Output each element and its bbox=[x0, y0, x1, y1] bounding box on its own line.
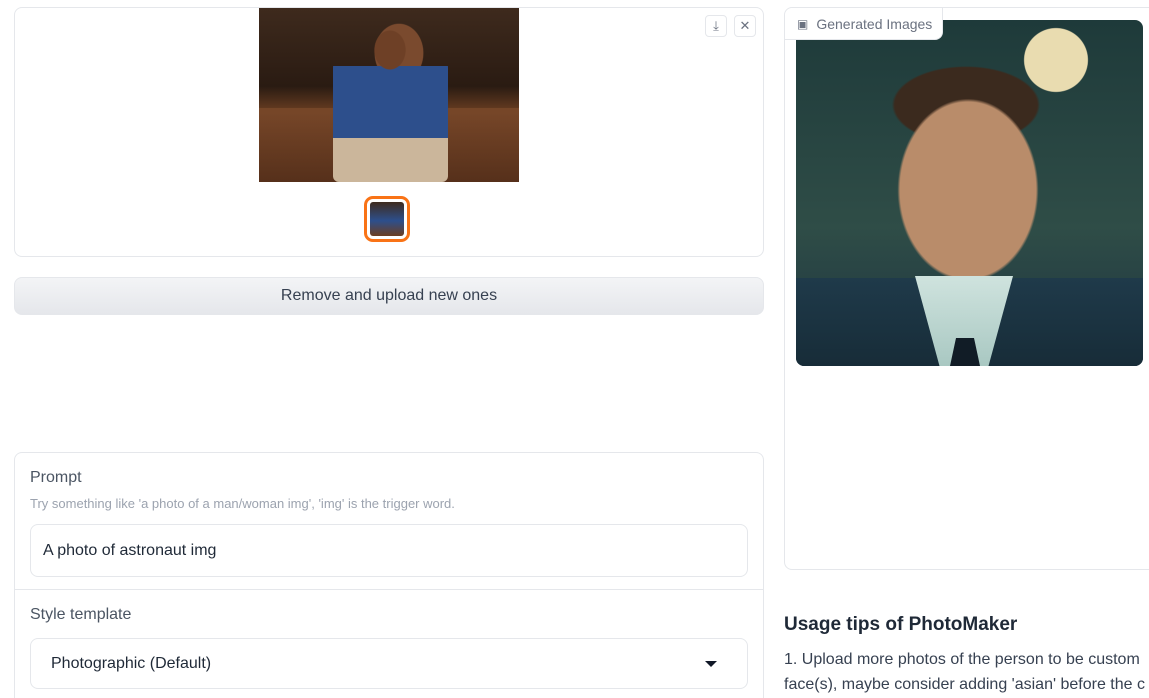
prompt-info: Try something like 'a photo of a man/wom… bbox=[30, 496, 455, 511]
image-icon: ▣ bbox=[797, 16, 809, 31]
divider bbox=[15, 589, 763, 590]
thumbnail-image bbox=[370, 202, 404, 236]
usage-tip-line-1: 1. Upload more photos of the person to b… bbox=[784, 651, 1140, 668]
download-icon[interactable]: ⤓ bbox=[705, 15, 727, 37]
style-template-dropdown[interactable]: Photographic (Default) bbox=[30, 638, 748, 689]
close-icon[interactable]: ✕ bbox=[734, 15, 756, 37]
chevron-down-icon bbox=[705, 661, 717, 667]
generated-images-label: ▣ Generated Images bbox=[785, 8, 944, 40]
generated-images-label-text: Generated Images bbox=[816, 15, 933, 32]
style-template-value: Photographic (Default) bbox=[51, 654, 212, 672]
prompt-settings-block: Prompt Try something like 'a photo of a … bbox=[14, 452, 764, 698]
prompt-label: Prompt bbox=[30, 469, 82, 486]
style-template-label: Style template bbox=[30, 606, 132, 623]
remove-and-upload-button[interactable]: Remove and upload new ones bbox=[14, 277, 764, 315]
prompt-input[interactable]: A photo of astronaut img bbox=[30, 524, 748, 577]
uploaded-photos-gallery: ⤓ ✕ bbox=[14, 7, 764, 257]
usage-tips-title: Usage tips of PhotoMaker bbox=[784, 614, 1018, 635]
generated-images-panel: ▣ Generated Images bbox=[784, 7, 1149, 570]
gallery-thumbnail[interactable] bbox=[364, 196, 410, 242]
preview-person bbox=[333, 28, 448, 182]
usage-tip-line-2: face(s), maybe consider adding 'asian' b… bbox=[784, 676, 1145, 693]
